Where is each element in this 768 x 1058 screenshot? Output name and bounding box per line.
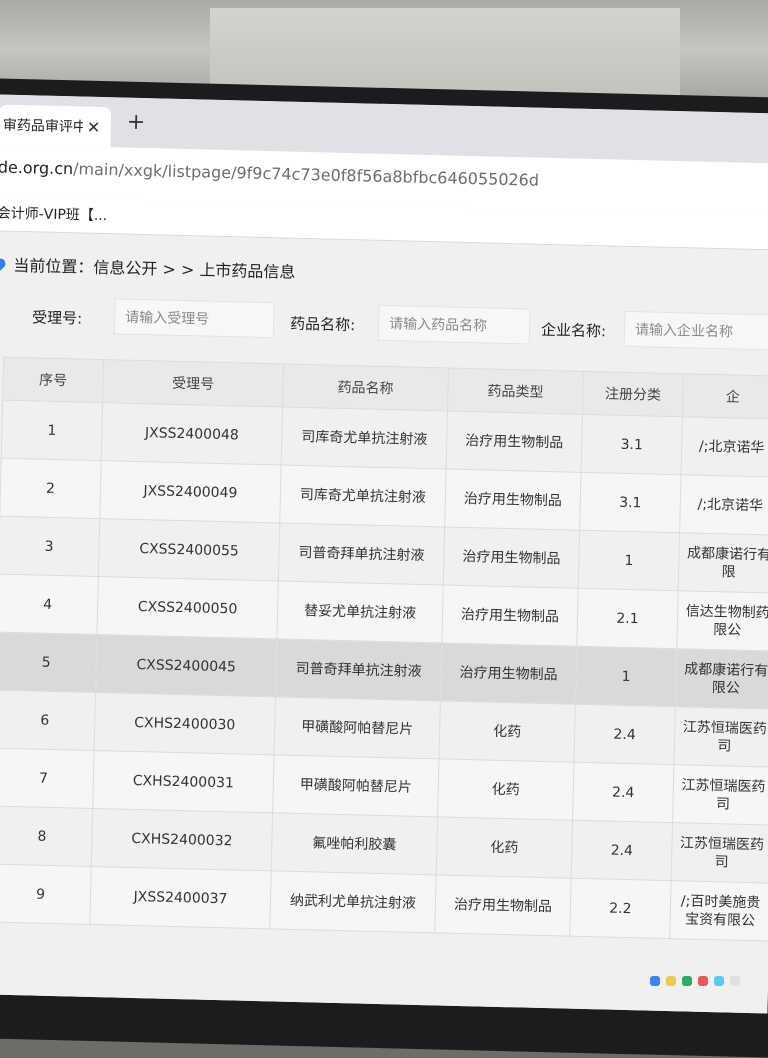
tab-title: 审药品审评中 (2, 117, 84, 136)
app-icon[interactable] (666, 976, 676, 986)
cell-acceptance-no: CXSS2400055 (98, 518, 280, 581)
close-icon[interactable]: ✕ (87, 117, 101, 136)
app-icon[interactable] (730, 976, 740, 986)
cell-drug-type: 化药 (439, 700, 576, 763)
breadcrumb: 当前位置：信息公开 > > 上市药品信息 (0, 251, 296, 282)
browser-window: 审药品审评中 ✕ + de.org.cn/main/xxgk/listpage/… (0, 94, 768, 1014)
wechat-icon[interactable] (682, 976, 692, 986)
cell-acceptance-no: CXHS2400032 (91, 808, 273, 871)
bookmark-item[interactable]: 会计师-VIP班【... (0, 202, 107, 225)
search-form: 受理号: 请输入受理号 药品名称: 请输入药品名称 企业名称: 请输入企业名称 (0, 291, 768, 360)
company-name-input[interactable]: 请输入企业名称 (623, 310, 768, 351)
cell-drug-type: 治疗用生物制品 (440, 642, 577, 705)
cell-drug-name: 司库奇尤单抗注射液 (279, 464, 447, 527)
cell-acceptance-no: JXSS2400037 (89, 866, 272, 929)
cell-company: 信达生物制药限公 (676, 590, 768, 652)
drug-name-input[interactable]: 请输入药品名称 (377, 304, 531, 345)
cell-acceptance-no: JXSS2400049 (99, 460, 282, 523)
monitor-bezel: 审药品审评中 ✕ + de.org.cn/main/xxgk/listpage/… (0, 78, 768, 1058)
app-icon[interactable] (698, 976, 708, 986)
cell-drug-name: 氟唑帕利胶囊 (271, 812, 438, 875)
new-tab-icon[interactable]: + (127, 110, 146, 135)
cell-drug-name: 司普奇拜单抗注射液 (275, 638, 442, 701)
header-drug-type: 药品类型 (447, 368, 584, 415)
windows-icon[interactable] (650, 976, 660, 986)
cell-company: 成都康诺行有限公 (675, 648, 768, 710)
header-index: 序号 (2, 357, 104, 403)
cell-company: /;百时美施贵宝资有限公 (669, 880, 768, 942)
cell-company: 成都康诺行有限 (678, 532, 768, 594)
cell-index: 7 (0, 748, 95, 809)
cell-company: 江苏恒瑞医药司 (672, 764, 768, 826)
acceptance-label: 受理号: (31, 308, 83, 328)
cell-drug-name: 甲磺酸阿帕替尼片 (272, 754, 440, 817)
header-registration-class: 注册分类 (582, 371, 684, 417)
cell-registration-class: 1 (578, 530, 680, 591)
cell-acceptance-no: CXSS2400045 (95, 634, 277, 697)
cell-registration-class: 3.1 (581, 414, 683, 475)
header-acceptance-no: 受理号 (102, 359, 284, 407)
cell-registration-class: 3.1 (579, 472, 682, 533)
cell-registration-class: 2.4 (571, 820, 673, 881)
cell-index: 8 (0, 806, 93, 867)
taskbar-icons (650, 976, 740, 986)
page-content: 当前位置：信息公开 > > 上市药品信息 受理号: 请输入受理号 药品名称: 请… (0, 231, 768, 1014)
browser-tab[interactable]: 审药品审评中 ✕ (0, 104, 112, 148)
company-name-label: 企业名称: (540, 320, 607, 341)
app-icon[interactable] (714, 976, 724, 986)
cell-index: 5 (0, 632, 97, 693)
cell-drug-name: 纳武利尤单抗注射液 (269, 870, 437, 933)
cell-index: 9 (0, 864, 92, 925)
cell-index: 2 (0, 458, 102, 519)
drug-name-label: 药品名称: (289, 314, 356, 335)
cell-company: /;北京诺华 (681, 416, 768, 478)
cell-drug-name: 司库奇尤单抗注射液 (281, 406, 448, 470)
cell-acceptance-no: CXHS2400030 (94, 692, 276, 755)
cell-drug-name: 替妥尤单抗注射液 (276, 580, 444, 643)
cell-acceptance-no: CXHS2400031 (92, 750, 275, 813)
url-path: /main/xxgk/listpage/9f9c74c73e0f8f56a8bf… (72, 159, 540, 190)
cell-acceptance-no: CXSS2400050 (96, 576, 279, 639)
breadcrumb-text: 当前位置：信息公开 > > 上市药品信息 (13, 255, 296, 282)
cell-index: 3 (0, 516, 100, 577)
cell-drug-type: 治疗用生物制品 (444, 469, 582, 531)
cell-company: 江苏恒瑞医药司 (673, 706, 768, 768)
acceptance-input[interactable]: 请输入受理号 (113, 298, 275, 339)
cell-registration-class: 2.4 (572, 762, 674, 823)
cell-drug-name: 司普奇拜单抗注射液 (278, 522, 445, 585)
cell-registration-class: 2.4 (573, 704, 676, 765)
location-pin-icon (0, 256, 8, 271)
cell-drug-type: 治疗用生物制品 (434, 874, 572, 937)
cell-registration-class: 1 (575, 646, 677, 707)
cell-company: /;北京诺华 (679, 474, 768, 536)
cell-acceptance-no: JXSS2400048 (101, 402, 283, 465)
cell-drug-type: 治疗用生物制品 (441, 584, 579, 647)
url-host: de.org.cn (0, 157, 74, 179)
cell-drug-type: 治疗用生物制品 (443, 526, 580, 589)
cell-drug-type: 化药 (436, 816, 573, 879)
cell-index: 1 (1, 400, 103, 461)
cell-index: 6 (0, 690, 96, 751)
header-drug-name: 药品名称 (282, 364, 449, 412)
cell-registration-class: 2.1 (576, 588, 679, 649)
cell-index: 4 (0, 574, 99, 635)
cell-company: 江苏恒瑞医药司 (671, 822, 768, 884)
cell-drug-type: 治疗用生物制品 (446, 411, 583, 473)
cell-drug-type: 化药 (437, 758, 574, 821)
cell-registration-class: 2.2 (569, 878, 672, 939)
drug-table: 序号 受理号 药品名称 药品类型 注册分类 企 1 JXSS2400048 司库… (0, 357, 768, 942)
cell-drug-name: 甲磺酸阿帕替尼片 (274, 696, 441, 759)
url-text[interactable]: de.org.cn/main/xxgk/listpage/9f9c74c73e0… (0, 157, 539, 189)
header-company: 企 (682, 373, 768, 420)
